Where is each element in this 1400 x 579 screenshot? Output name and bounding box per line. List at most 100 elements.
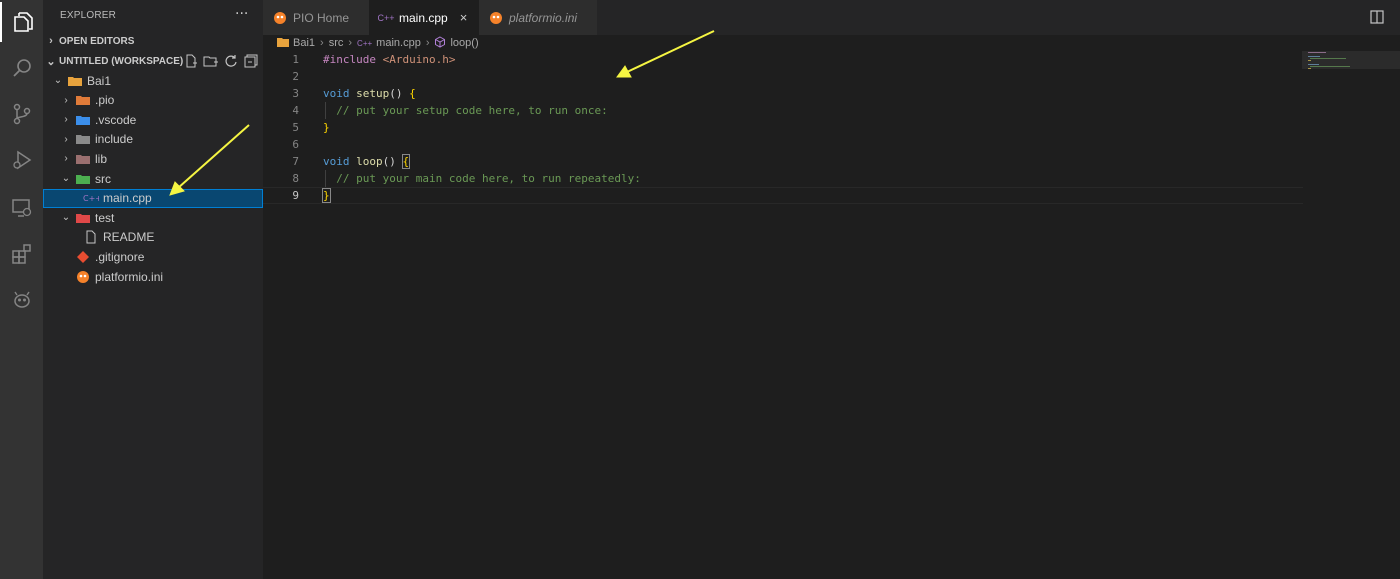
folder-pio-icon-glyph [76,96,90,106]
extensions-activity[interactable] [0,234,43,274]
run-debug-activity[interactable] [0,140,43,180]
tree-item[interactable]: .gitignore [43,247,263,266]
open-editors-section[interactable]: › OPEN EDITORS [43,31,263,51]
collapse-all-icon[interactable] [243,53,259,69]
tree-item[interactable]: README [43,228,263,247]
tab-label: platformio.ini [509,10,578,25]
breadcrumb-separator: › [425,37,430,49]
search-activity[interactable] [0,48,43,88]
folder-include-icon [75,131,91,147]
explorer-sidebar: EXPLORER ··· › OPEN EDITORS ⌄ UNTITLED (… [43,0,263,579]
line-number: 6 [292,138,299,151]
chevron-down-icon: ⌄ [46,55,56,68]
code-line: 7 void loop() { [263,153,1303,170]
refresh-icon[interactable] [223,53,239,69]
files-icon [13,12,33,32]
new-folder-icon[interactable] [203,53,219,69]
chevron-right-icon: › [64,94,68,106]
tree-item[interactable]: › .vscode [43,110,263,129]
split-editor-icon[interactable] [1370,10,1384,24]
explorer-activity[interactable] [0,2,43,42]
breadcrumb-item[interactable]: src [329,37,344,49]
code-line: 8 // put your main code here, to run rep… [263,170,1303,187]
folder-lib-icon [75,151,91,167]
platformio-activity[interactable] [0,280,43,320]
file-icon [83,229,99,245]
void-keyword: void [323,155,350,168]
folder-test-icon-glyph [76,213,90,223]
folder-src-icon [75,171,91,187]
tab-label: PIO Home [293,10,350,25]
platformio-icon [273,11,287,25]
tree-item[interactable]: › .pio [43,91,263,110]
folder-platformio-icon-glyph [68,76,82,86]
file-icon-glyph [86,230,96,244]
code-editor[interactable]: 1 #include <Arduino.h> 2 3 void setup() … [263,51,1400,579]
tree-item-label: platformio.ini [95,269,164,284]
folder-platformio-icon [277,37,289,50]
line-number: 8 [292,172,299,185]
line-number: 3 [292,87,299,100]
chevron-right-icon: › [49,35,53,47]
code-line-current: 9 } [263,187,1303,204]
minimap[interactable] [1302,51,1400,579]
tree-item-label: README [103,230,155,245]
parens: () [382,155,396,168]
open-brace: { [409,87,416,100]
close-brace: } [323,121,330,134]
breadcrumb-separator: › [348,37,353,49]
tree-item[interactable]: › lib [43,149,263,168]
workspace-section[interactable]: ⌄ UNTITLED (WORKSPACE) [43,51,263,71]
folder-test-icon [75,210,91,226]
source-control-activity[interactable] [0,94,43,134]
minimap-slider[interactable] [1302,51,1400,69]
tree-item[interactable]: C++ main.cpp [43,188,263,208]
tree-item[interactable]: › include [43,130,263,149]
folder-src-icon-glyph [76,174,90,184]
tree-item-label: .vscode [95,112,137,127]
workspace-actions [183,53,259,69]
cpp-file-icon: C++ [83,190,102,206]
folder-platformio-icon [67,73,83,89]
source-control-icon [13,103,30,125]
breadcrumb-separator: › [320,37,324,49]
folder-lib-icon-glyph [76,154,90,164]
tree-item[interactable]: ⌄ src [43,169,263,188]
breadcrumb-item[interactable]: loop() [450,37,478,49]
tree-item[interactable]: platformio.ini [43,267,263,286]
code-line: 5 } [263,119,1303,136]
tree-item-label: src [95,171,111,186]
chevron-down-icon: ⌄ [53,75,63,86]
line-number: 2 [292,70,299,83]
activity-bar [0,0,43,579]
close-icon[interactable]: × [460,10,468,25]
platformio-file-icon [75,269,91,285]
tree-item-label: lib [95,151,108,166]
open-editors-label: OPEN EDITORS [59,35,135,47]
line-number: 5 [292,121,299,134]
tab-main-cpp[interactable]: C++ main.cpp × [369,0,479,35]
code-line: 1 #include <Arduino.h> [263,51,1303,68]
search-icon [12,59,31,77]
include-keyword: #include [323,53,376,66]
tree-item[interactable]: ⌄ test [43,208,263,227]
code-line: 3 void setup() { [263,85,1303,102]
tree-item-label: include [95,132,134,147]
tab-pio-home[interactable]: PIO Home [263,0,369,35]
tree-item-label: Bai1 [87,73,112,88]
breadcrumb-item[interactable]: main.cpp [376,37,421,49]
chevron-right-icon: › [64,133,68,145]
platformio-alien-icon [13,291,30,308]
cpp-icon: C++ [357,38,373,48]
remote-explorer-activity[interactable] [0,188,43,228]
code-line: 6 [263,136,1303,153]
breadcrumb-item[interactable]: Bai1 [293,37,315,49]
tree-item[interactable]: ⌄ Bai1 [43,71,263,90]
new-file-icon[interactable] [183,53,199,69]
code-line: 4 // put your setup code here, to run on… [263,102,1303,119]
tree-item-label: main.cpp [103,191,152,206]
comment: // put your main code here, to run repea… [336,172,641,185]
tab-platformio-ini[interactable]: platformio.ini [479,0,597,35]
more-actions-button[interactable]: ··· [235,6,248,22]
folder-vscode-icon [75,112,91,128]
